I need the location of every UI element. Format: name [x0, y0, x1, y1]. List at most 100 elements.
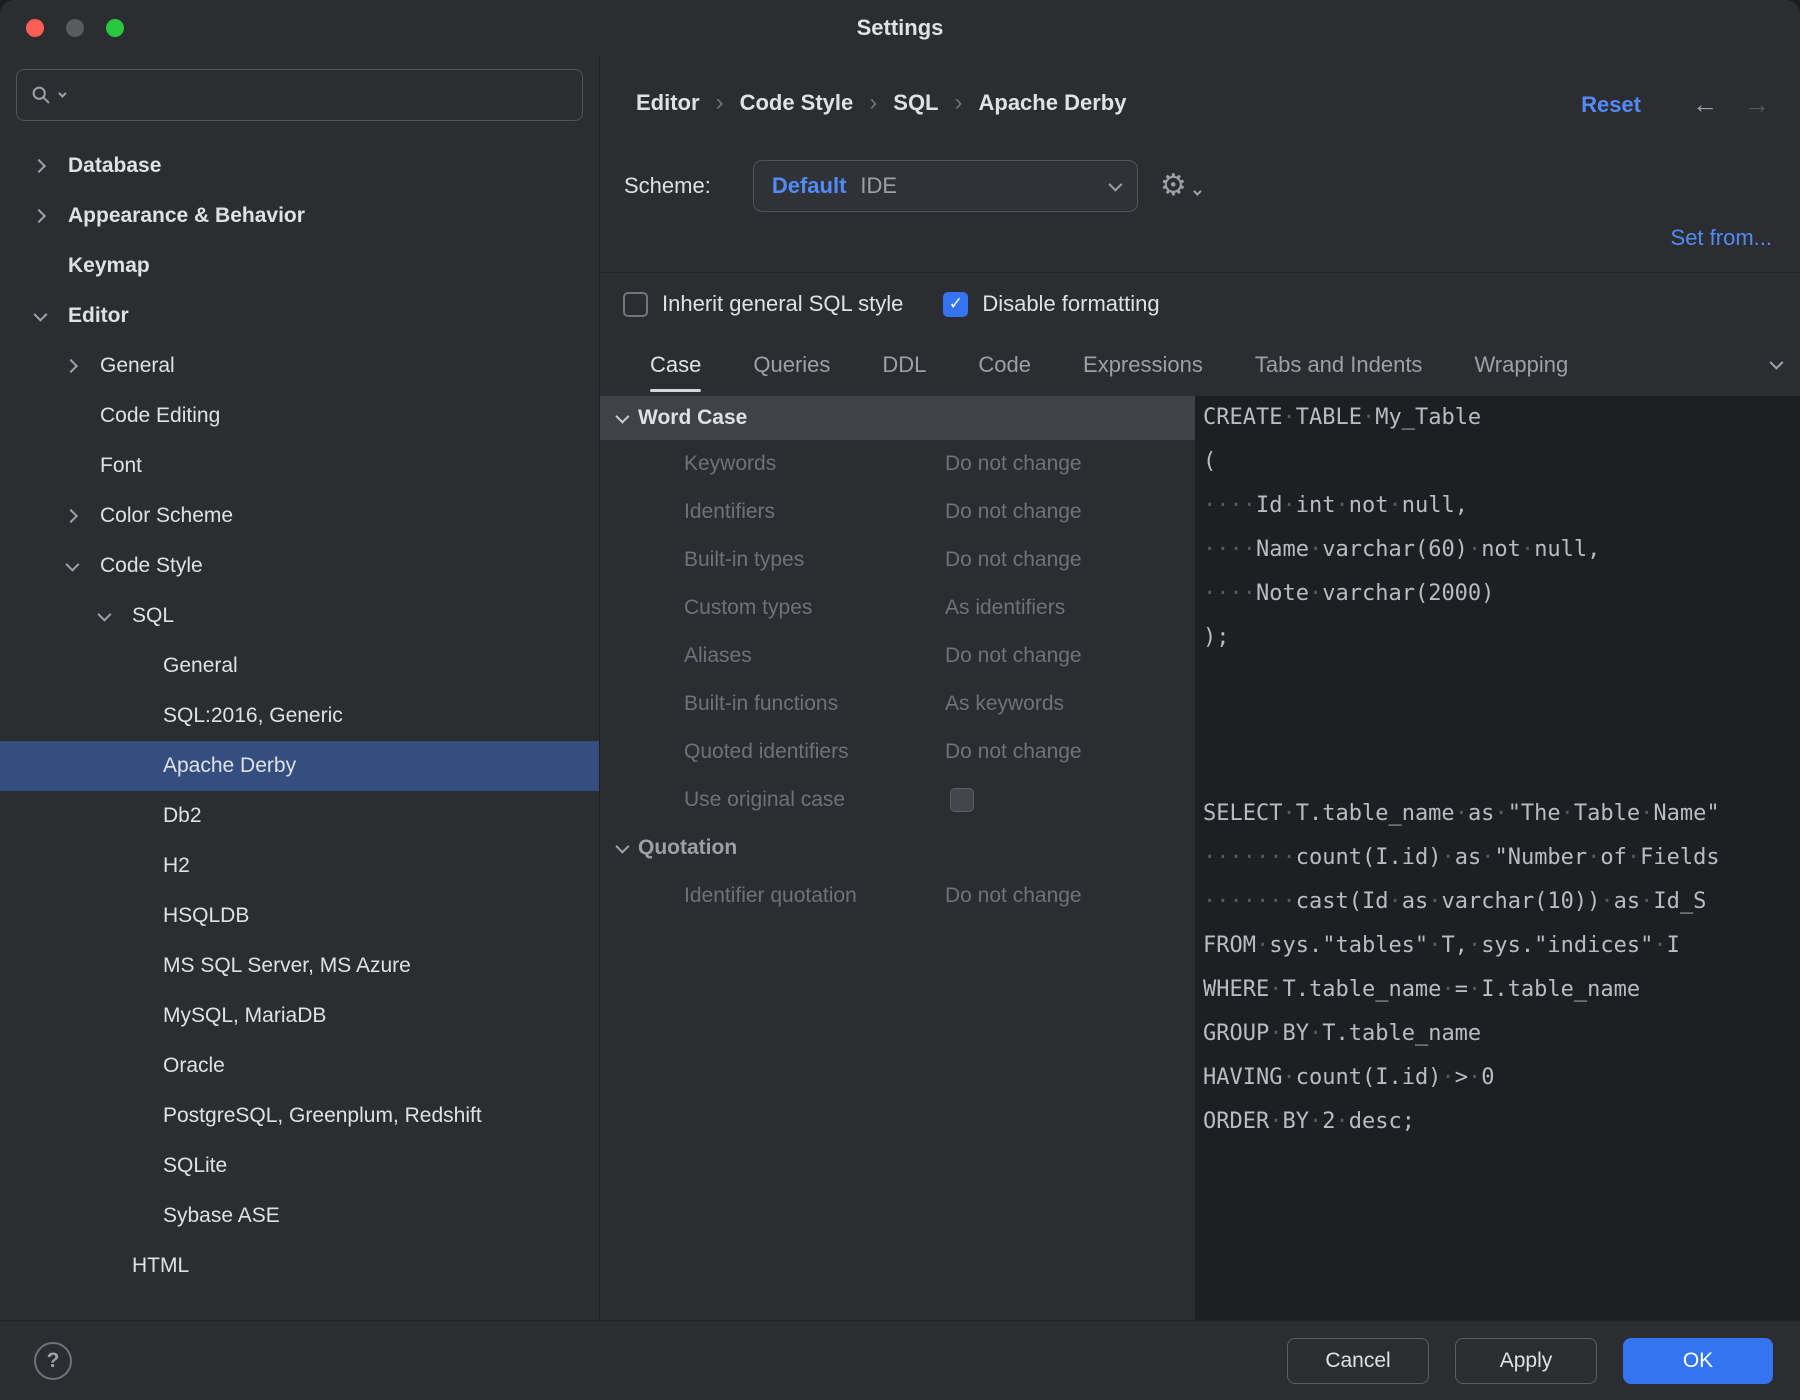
tab-queries[interactable]: Queries — [753, 346, 830, 384]
search-icon — [31, 85, 51, 105]
section-quotation[interactable]: Quotation — [600, 824, 1195, 872]
breadcrumb-item-editor[interactable]: Editor — [636, 90, 700, 116]
sidebar-item-db2[interactable]: Db2 — [0, 791, 599, 841]
tree-item-label: SQL:2016, Generic — [163, 704, 343, 728]
setting-value-dropdown[interactable]: Do not change — [945, 452, 1082, 476]
sidebar-item-appearance-behavior[interactable]: Appearance & Behavior — [0, 191, 599, 241]
tab-case[interactable]: Case — [650, 346, 701, 384]
sidebar-item-general[interactable]: General — [0, 641, 599, 691]
setting-value-dropdown[interactable]: Do not change — [945, 740, 1082, 764]
sidebar-item-sybase-ase[interactable]: Sybase ASE — [0, 1191, 599, 1241]
setting-value-dropdown[interactable]: Do not change — [945, 644, 1082, 668]
tree-item-label: Code Style — [100, 554, 203, 578]
sidebar-item-sql[interactable]: SQL — [0, 591, 599, 641]
tree-chevron-icon[interactable] — [66, 511, 100, 521]
section-word-case[interactable]: Word Case — [600, 396, 1195, 440]
setting-value-dropdown[interactable]: Do not change — [945, 548, 1082, 572]
setting-row-custom-types: Custom typesAs identifiers — [600, 584, 1195, 632]
tabs-overflow-chevron-icon[interactable] — [1770, 356, 1780, 374]
setting-row-built-in-types: Built-in typesDo not change — [600, 536, 1195, 584]
close-button[interactable] — [26, 19, 44, 37]
sidebar-item-postgresql-greenplum-redshift[interactable]: PostgreSQL, Greenplum, Redshift — [0, 1091, 599, 1141]
tree-chevron-icon[interactable] — [34, 311, 68, 321]
sidebar-item-apache-derby[interactable]: Apache Derby — [0, 741, 599, 791]
inherit-sql-style-option[interactable]: Inherit general SQL style — [623, 291, 903, 317]
tree-item-label: Font — [100, 454, 142, 478]
sidebar-item-code-editing[interactable]: Code Editing — [0, 391, 599, 441]
sidebar-item-font[interactable]: Font — [0, 441, 599, 491]
back-arrow-icon[interactable]: ← — [1692, 89, 1718, 120]
chevron-down-icon — [1108, 178, 1122, 192]
gear-icon[interactable]: ⚙ — [1160, 171, 1187, 201]
section-title: Quotation — [638, 836, 737, 860]
disable-formatting-checkbox[interactable]: ✓ — [943, 292, 968, 317]
set-from-link[interactable]: Set from... — [1671, 225, 1772, 251]
setting-value-dropdown[interactable]: As keywords — [945, 692, 1064, 716]
code-line: FROM·sys."tables"·T,·sys."indices"·I — [1203, 924, 1800, 968]
tab-ddl[interactable]: DDL — [882, 346, 926, 384]
help-button[interactable]: ? — [34, 1342, 72, 1380]
sidebar-item-oracle[interactable]: Oracle — [0, 1041, 599, 1091]
sidebar-item-general[interactable]: General — [0, 341, 599, 391]
code-line: ····Name·varchar(60)·not·null, — [1203, 528, 1800, 572]
tab-wrapping[interactable]: Wrapping — [1474, 346, 1568, 384]
sidebar-item-sqlite[interactable]: SQLite — [0, 1141, 599, 1191]
breadcrumb-item-sql[interactable]: SQL — [893, 90, 938, 116]
titlebar: Settings — [0, 0, 1800, 55]
scheme-row: Scheme: Default IDE ⚙ — [624, 160, 1199, 212]
setting-value-dropdown[interactable]: Do not change — [945, 500, 1082, 524]
minimize-button[interactable] — [66, 19, 84, 37]
sidebar-item-sql-2016-generic[interactable]: SQL:2016, Generic — [0, 691, 599, 741]
breadcrumb-item-apache-derby[interactable]: Apache Derby — [979, 90, 1127, 116]
sidebar-item-ms-sql-server-ms-azure[interactable]: MS SQL Server, MS Azure — [0, 941, 599, 991]
tab-code[interactable]: Code — [978, 346, 1031, 384]
breadcrumb-item-code-style[interactable]: Code Style — [740, 90, 854, 116]
inherit-sql-style-checkbox[interactable] — [623, 292, 648, 317]
sidebar-item-editor[interactable]: Editor — [0, 291, 599, 341]
reset-link[interactable]: Reset — [1581, 92, 1641, 118]
sidebar-item-mysql-mariadb[interactable]: MySQL, MariaDB — [0, 991, 599, 1041]
tree-chevron-icon[interactable] — [98, 611, 132, 621]
scheme-select[interactable]: Default IDE — [753, 160, 1138, 212]
main-panel: Editor›Code Style›SQL›Apache Derby Reset… — [600, 55, 1800, 1320]
sidebar-item-html[interactable]: HTML — [0, 1241, 599, 1291]
code-line — [1203, 704, 1800, 748]
tree-item-label: SQL — [132, 604, 174, 628]
sidebar-item-keymap[interactable]: Keymap — [0, 241, 599, 291]
tree-item-label: MS SQL Server, MS Azure — [163, 954, 411, 978]
breadcrumb-separator: › — [716, 89, 724, 117]
tree-chevron-icon[interactable] — [66, 361, 100, 371]
setting-label: Keywords — [684, 452, 776, 476]
use-original-case-checkbox[interactable] — [950, 788, 974, 812]
cancel-button[interactable]: Cancel — [1287, 1338, 1429, 1384]
settings-sidebar: DatabaseAppearance & BehaviorKeymapEdito… — [0, 55, 600, 1320]
apply-button[interactable]: Apply — [1455, 1338, 1597, 1384]
section-chevron-icon[interactable] — [615, 410, 629, 424]
search-input[interactable] — [16, 69, 583, 121]
gear-chevron-icon[interactable] — [1193, 187, 1201, 195]
sidebar-item-hsqldb[interactable]: HSQLDB — [0, 891, 599, 941]
tab-tabs-and-indents[interactable]: Tabs and Indents — [1255, 346, 1423, 384]
code-line — [1203, 748, 1800, 792]
tree-item-label: Db2 — [163, 804, 202, 828]
disable-formatting-option[interactable]: ✓ Disable formatting — [943, 291, 1159, 317]
code-line: WHERE·T.table_name·=·I.table_name — [1203, 968, 1800, 1012]
setting-value-dropdown[interactable]: Do not change — [945, 884, 1082, 908]
zoom-button[interactable] — [106, 19, 124, 37]
tree-chevron-icon[interactable] — [66, 561, 100, 571]
search-options-chevron-icon[interactable] — [58, 89, 66, 97]
tab-expressions[interactable]: Expressions — [1083, 346, 1203, 384]
ok-button[interactable]: OK — [1623, 1338, 1773, 1384]
section-chevron-icon[interactable] — [615, 840, 629, 854]
tree-item-label: HTML — [132, 1254, 189, 1278]
setting-row-use-original-case: Use original case — [600, 776, 1195, 824]
sidebar-item-h2[interactable]: H2 — [0, 841, 599, 891]
sidebar-item-database[interactable]: Database — [0, 141, 599, 191]
tree-chevron-icon[interactable] — [34, 161, 68, 171]
sidebar-item-code-style[interactable]: Code Style — [0, 541, 599, 591]
setting-value-dropdown[interactable]: As identifiers — [945, 596, 1065, 620]
tree-chevron-icon[interactable] — [34, 211, 68, 221]
setting-row-aliases: AliasesDo not change — [600, 632, 1195, 680]
sidebar-item-color-scheme[interactable]: Color Scheme — [0, 491, 599, 541]
breadcrumb-separator: › — [869, 89, 877, 117]
